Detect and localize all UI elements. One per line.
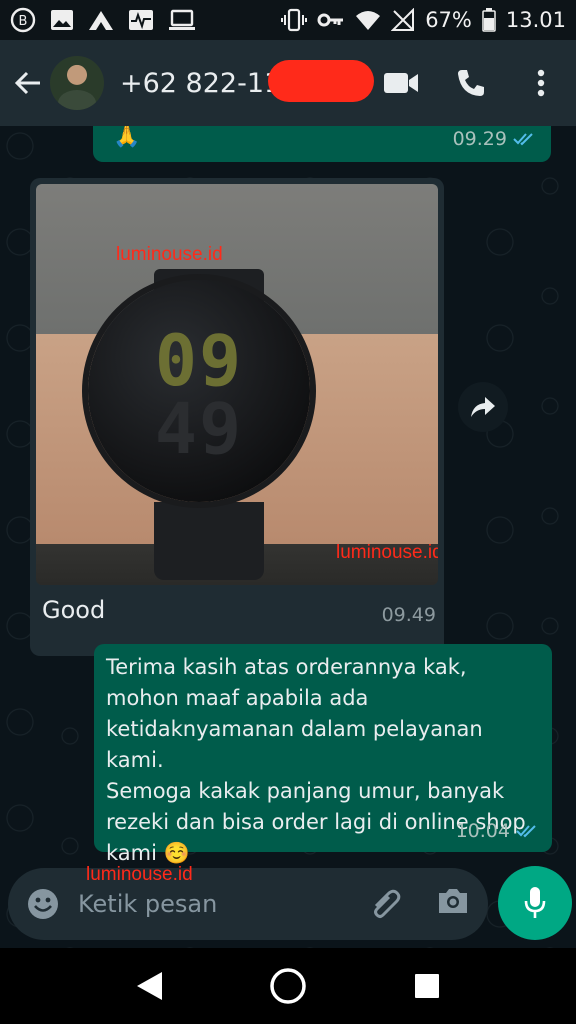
paperclip-icon xyxy=(374,889,401,918)
microphone-icon xyxy=(524,887,546,918)
voice-call-button[interactable] xyxy=(436,40,506,126)
camera-icon xyxy=(439,889,467,913)
wifi-icon xyxy=(356,11,381,30)
nav-home-icon xyxy=(270,968,306,1004)
message-time: 10.04 xyxy=(455,820,510,842)
camera-button[interactable] xyxy=(436,886,470,920)
watermark: luminouse.id xyxy=(336,542,438,563)
smiley-icon xyxy=(28,889,58,919)
message-outgoing[interactable]: 🙏 09.29 xyxy=(93,126,551,162)
status-bar: B 67% 13.01 xyxy=(0,0,576,40)
signal-app-icon xyxy=(89,11,113,30)
nav-back-button[interactable] xyxy=(119,956,179,1016)
system-nav-bar xyxy=(0,948,576,1024)
attach-button[interactable] xyxy=(368,886,404,926)
double-check-icon xyxy=(516,825,536,838)
message-incoming-image[interactable]: 09 49 luminouse.id luminouse.id Good 09.… xyxy=(30,178,444,656)
watch-minutes: 49 xyxy=(154,388,244,470)
clock: 13.01 xyxy=(505,8,566,32)
video-call-button[interactable] xyxy=(366,40,436,126)
vibrate-icon xyxy=(281,8,308,32)
nav-home-button[interactable] xyxy=(258,956,318,1016)
nav-back-icon xyxy=(137,972,163,1000)
battery-percent: 67% xyxy=(425,8,472,32)
watermark: luminouse.id xyxy=(86,864,193,885)
message-time: 09.49 xyxy=(381,604,436,626)
message-input[interactable]: Ketik pesan xyxy=(78,890,217,918)
no-signal-icon xyxy=(391,8,415,31)
message-line: Terima kasih atas orderannya kak, mohon … xyxy=(106,655,483,772)
redaction-mark xyxy=(268,60,374,102)
double-check-icon xyxy=(513,133,533,146)
video-call-icon xyxy=(384,73,418,93)
battery-icon xyxy=(482,8,496,32)
laptop-icon xyxy=(169,9,195,30)
forward-button[interactable] xyxy=(458,382,508,432)
message-outgoing[interactable]: Terima kasih atas orderannya kak, mohon … xyxy=(94,644,552,865)
more-icon xyxy=(537,69,545,97)
nav-recents-button[interactable] xyxy=(397,956,457,1016)
svg-text:B: B xyxy=(19,14,28,29)
pulse-icon xyxy=(129,10,153,30)
photo-watch-face: 09 49 xyxy=(88,280,310,502)
avatar[interactable] xyxy=(50,56,104,110)
image-icon xyxy=(51,10,73,30)
more-options-button[interactable] xyxy=(506,40,576,126)
image-caption: Good xyxy=(42,596,106,624)
watermark: luminouse.id xyxy=(116,244,223,265)
chat-area[interactable]: 🙏 09.29 09 49 luminouse.id luminouse.id … xyxy=(0,126,576,948)
emoji-button[interactable] xyxy=(8,868,78,940)
message-time: 09.29 xyxy=(452,128,507,150)
back-arrow-icon xyxy=(14,71,40,95)
voice-message-button[interactable] xyxy=(498,866,572,940)
b-icon: B xyxy=(10,7,36,33)
back-button[interactable] xyxy=(6,61,50,105)
forward-icon xyxy=(471,397,495,417)
photo-strap-bottom xyxy=(154,502,264,580)
nav-recents-icon xyxy=(414,974,439,998)
key-icon xyxy=(317,13,344,27)
message-composer: Ketik pesan xyxy=(8,868,488,940)
phone-icon xyxy=(458,70,484,96)
photo-watch[interactable]: 09 49 luminouse.id luminouse.id xyxy=(36,184,438,585)
message-text: 🙏 xyxy=(113,126,141,149)
